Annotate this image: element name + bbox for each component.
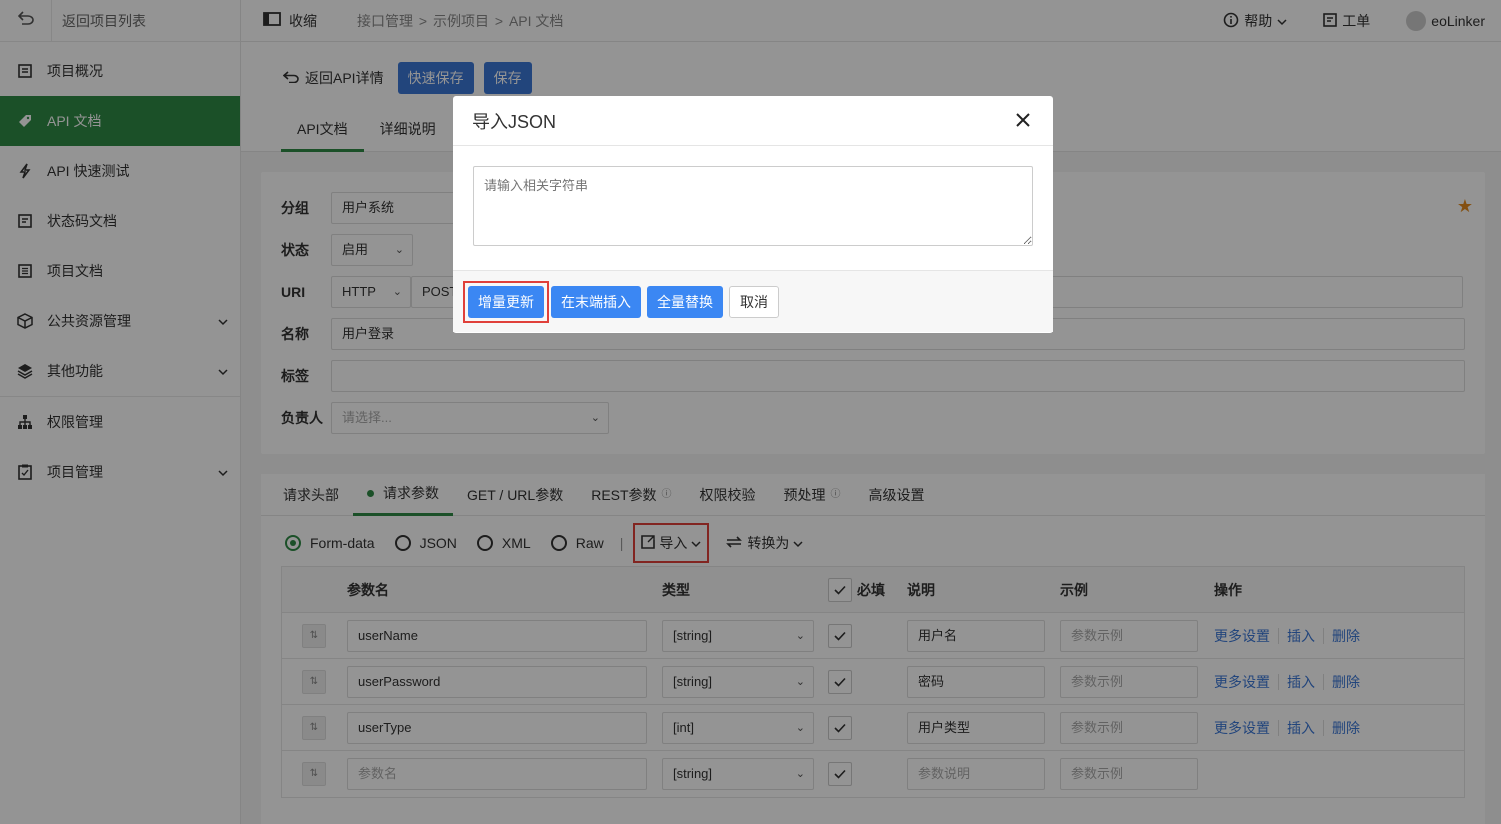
modal-title: 导入JSON xyxy=(472,111,557,132)
close-icon[interactable] xyxy=(1013,110,1033,130)
incremental-update-button[interactable]: 增量更新 xyxy=(468,285,544,318)
modal-body xyxy=(453,146,1053,270)
json-input[interactable] xyxy=(473,166,1033,246)
append-insert-button[interactable]: 在末端插入 xyxy=(551,285,641,318)
modal-footer: 增量更新 在末端插入 全量替换 取消 xyxy=(453,270,1053,332)
cancel-button[interactable]: 取消 xyxy=(729,285,779,318)
import-json-modal: 导入JSON 增量更新 在末端插入 全量替换 取消 xyxy=(453,96,1053,333)
modal-header: 导入JSON xyxy=(453,96,1053,146)
highlight-box: 增量更新 xyxy=(463,280,549,323)
replace-all-button[interactable]: 全量替换 xyxy=(647,285,723,318)
